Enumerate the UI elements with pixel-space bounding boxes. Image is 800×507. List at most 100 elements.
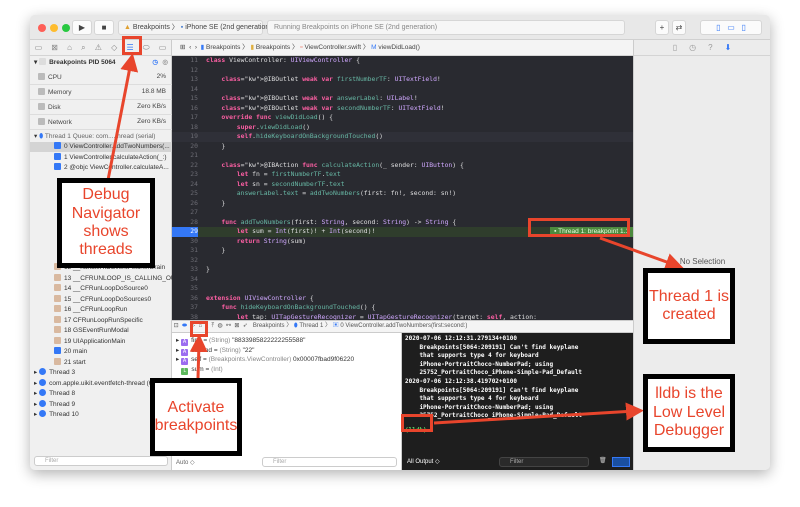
line-number[interactable]: 36 bbox=[172, 294, 198, 304]
stop-button[interactable]: ■ bbox=[94, 20, 114, 35]
crumb-folder[interactable]: Breakpoints bbox=[256, 44, 290, 51]
code-line[interactable]: 38 let tap: UITapGestureRecognizer = UIT… bbox=[172, 313, 633, 321]
settings-icon[interactable]: ◎ bbox=[162, 58, 168, 68]
debug-crumb-thread[interactable]: Thread 1 bbox=[299, 323, 323, 329]
view-hierarchy-icon[interactable]: ◍ bbox=[217, 323, 222, 329]
memory-graph-icon[interactable]: ⚯ bbox=[226, 323, 231, 329]
line-number[interactable]: 19 bbox=[172, 132, 198, 142]
variable-row[interactable]: ▸ Aself = (Breakpoints.ViewController) 0… bbox=[172, 355, 400, 365]
code-line[interactable]: 26 } bbox=[172, 199, 633, 209]
line-number[interactable]: 16 bbox=[172, 104, 198, 114]
stack-frame[interactable]: 1 ViewController.calculateAction(_:) bbox=[30, 152, 172, 163]
process-row[interactable]: ▾ Breakpoints PID 5064 ◷ ◎ bbox=[30, 58, 172, 68]
library-button[interactable]: + bbox=[655, 20, 669, 35]
environment-icon[interactable]: ⊠ bbox=[234, 323, 239, 329]
line-number[interactable]: 18 bbox=[172, 123, 198, 133]
close-button[interactable] bbox=[38, 24, 46, 32]
search-icon[interactable]: ⌕ bbox=[81, 43, 85, 53]
report-icon[interactable]: ▭ bbox=[159, 43, 167, 52]
run-button[interactable]: ▶ bbox=[72, 20, 92, 35]
split-view-toggle[interactable] bbox=[612, 457, 630, 467]
code-review-button[interactable]: ⇄ bbox=[672, 20, 686, 35]
thread-row[interactable]: ▸ Thread 3 bbox=[30, 368, 172, 378]
code-line[interactable]: 33} bbox=[172, 265, 633, 275]
breakpoint-icon[interactable]: ⬭ bbox=[143, 43, 150, 53]
line-number[interactable]: 32 bbox=[172, 256, 198, 266]
crumb-method[interactable]: viewDidLoad() bbox=[378, 44, 420, 51]
bottom-panel-icon[interactable]: ▭ bbox=[727, 23, 735, 32]
panel-toggles[interactable]: ▯ ▭ ▯ bbox=[700, 20, 762, 35]
code-line[interactable]: 34 bbox=[172, 275, 633, 285]
line-number[interactable]: 14 bbox=[172, 85, 198, 95]
stack-frame[interactable]: 13 __CFRUNLOOP_IS_CALLING_OU... bbox=[30, 273, 172, 284]
code-line[interactable]: 32 bbox=[172, 256, 633, 266]
line-number[interactable]: 37 bbox=[172, 303, 198, 313]
code-line[interactable]: 36 extension UIViewController { bbox=[172, 294, 633, 304]
code-line[interactable]: 24 let sn = secondNumberTF.text bbox=[172, 180, 633, 190]
left-panel-icon[interactable]: ▯ bbox=[716, 23, 720, 32]
code-area[interactable]: 11 class ViewController: UIViewController… bbox=[172, 56, 633, 320]
variable-row[interactable]: ▸ Asecond = (String) "22" bbox=[172, 346, 400, 356]
scheme-selector[interactable]: ▲ Breakpoints 〉 ▪ iPhone SE (2nd generat… bbox=[118, 20, 272, 35]
output-select[interactable]: All Output ◇ bbox=[407, 458, 440, 465]
trash-icon[interactable]: 🗑 bbox=[599, 457, 607, 464]
line-number[interactable]: 33 bbox=[172, 265, 198, 275]
code-line[interactable]: 23 let fn = firstNumberTF.text bbox=[172, 170, 633, 180]
stack-frame[interactable]: 0 ViewController.addTwoNumbers(... bbox=[30, 142, 172, 152]
line-number[interactable]: 30 bbox=[172, 237, 198, 247]
code-line[interactable]: 18 super.viewDidLoad() bbox=[172, 123, 633, 133]
code-line[interactable]: 13 class="kw">@IBOutlet weak var firstNu… bbox=[172, 75, 633, 85]
auto-select[interactable]: Auto ◇ bbox=[176, 459, 195, 466]
variable-row[interactable]: ▸ Afirst = (String) "8833985822222255588… bbox=[172, 336, 400, 346]
line-number[interactable]: 35 bbox=[172, 284, 198, 294]
line-number[interactable]: 29 bbox=[172, 227, 198, 237]
location-icon[interactable]: ➶ bbox=[243, 323, 248, 329]
lldb-prompt[interactable]: (lldb) bbox=[402, 427, 633, 436]
code-line[interactable]: 17 override func viewDidLoad() { bbox=[172, 113, 633, 123]
code-line[interactable]: 22 class="kw">@IBAction func calculateAc… bbox=[172, 161, 633, 171]
line-number[interactable]: 12 bbox=[172, 66, 198, 76]
line-number[interactable]: 22 bbox=[172, 161, 198, 171]
gauge-disk[interactable]: Disk Zero KB/s bbox=[30, 100, 172, 115]
stack-frame[interactable]: 21 start bbox=[30, 357, 172, 368]
code-line[interactable]: 16 class="kw">@IBOutlet weak var secondN… bbox=[172, 104, 633, 114]
line-number[interactable]: 15 bbox=[172, 94, 198, 104]
line-number[interactable]: 28 bbox=[172, 218, 198, 228]
code-line[interactable]: 31 } bbox=[172, 246, 633, 256]
activate-breakpoints-button[interactable]: ⬬ bbox=[182, 323, 187, 329]
line-number[interactable]: 26 bbox=[172, 199, 198, 209]
source-editor[interactable]: ⊞ ‹ › ▮ Breakpoints 〉 ▮ Breakpoints 〉 ▫ … bbox=[172, 40, 633, 320]
right-panel-icon[interactable]: ▯ bbox=[741, 23, 745, 32]
grid-icon[interactable]: ⊞ bbox=[180, 44, 185, 51]
thread-1-row[interactable]: ▾ ⬮ Thread 1 Queue: com....thread (seria… bbox=[30, 132, 172, 142]
hide-debug-area-icon[interactable]: ⊡ bbox=[174, 323, 179, 329]
stack-frame[interactable]: 20 main bbox=[30, 347, 172, 357]
code-line[interactable]: 21 bbox=[172, 151, 633, 161]
variables-filter[interactable]: Filter bbox=[262, 457, 397, 467]
help-icon[interactable]: ? bbox=[708, 43, 712, 52]
code-line[interactable]: 11 class ViewController: UIViewController… bbox=[172, 56, 633, 66]
crumb-file[interactable]: ViewController.swift bbox=[304, 44, 361, 51]
line-number[interactable]: 34 bbox=[172, 275, 198, 285]
code-line[interactable]: 12 bbox=[172, 66, 633, 76]
stack-frame[interactable]: 16 __CFRunLoopRun bbox=[30, 305, 172, 315]
line-number[interactable]: 23 bbox=[172, 170, 198, 180]
gauge-icon[interactable]: ◷ bbox=[152, 58, 158, 68]
step-out-icon[interactable]: ⤒ bbox=[211, 323, 214, 329]
attributes-icon[interactable]: ⬇ bbox=[725, 43, 732, 52]
navigator-filter[interactable]: Filter bbox=[34, 456, 168, 466]
debug-crumb-frame[interactable]: 0 ViewController.addTwoNumbers(first:sec… bbox=[340, 323, 467, 329]
console[interactable]: 2020-07-06 12:12:31.279134+0100 Breakpoi… bbox=[402, 333, 633, 470]
folder-icon[interactable]: ▭ bbox=[35, 43, 43, 52]
gauge-cpu[interactable]: CPU 2% bbox=[30, 70, 172, 85]
line-number[interactable]: 38 bbox=[172, 313, 198, 321]
history-icon[interactable]: ◷ bbox=[689, 43, 696, 52]
code-line[interactable]: 20 } bbox=[172, 142, 633, 152]
crumb-project[interactable]: Breakpoints bbox=[206, 44, 240, 51]
zoom-button[interactable] bbox=[62, 24, 70, 32]
console-filter[interactable]: Filter bbox=[499, 457, 589, 467]
variable-row[interactable]: Lsum = (Int) bbox=[172, 365, 400, 375]
code-line[interactable]: 27 bbox=[172, 208, 633, 218]
stack-frame[interactable]: 18 GSEventRunModal bbox=[30, 326, 172, 336]
line-number[interactable]: 25 bbox=[172, 189, 198, 199]
